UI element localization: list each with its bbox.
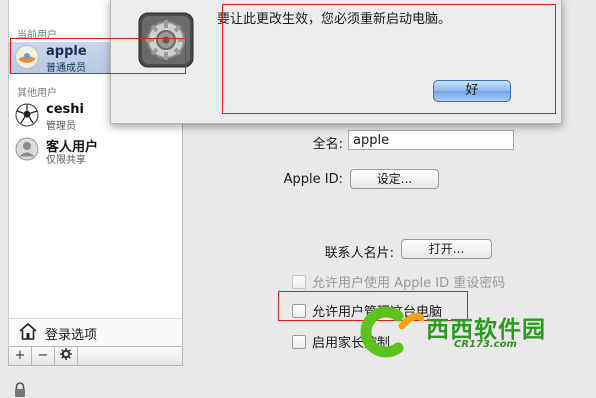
soccer-ball-icon	[15, 103, 39, 127]
other-user-name: ceshi	[46, 102, 84, 117]
reset-password-label: 允许用户使用 Apple ID 重设密码	[312, 276, 506, 291]
home-icon	[19, 323, 37, 340]
guest-user-icon	[15, 137, 39, 161]
user-item-guest[interactable]: 客人用户 仅限共享	[9, 134, 182, 166]
highlight-alert	[222, 4, 556, 114]
fullname-field[interactable]: apple	[348, 130, 514, 150]
other-user-role: 仅限共享	[46, 155, 86, 166]
contact-card-open-button[interactable]: 打开...	[401, 239, 492, 259]
appleid-label: Apple ID:	[283, 172, 343, 187]
appleid-set-button[interactable]: 设定...	[350, 169, 439, 189]
gear-icon	[60, 348, 72, 360]
other-users-title: 其他用户	[17, 88, 57, 99]
add-user-button[interactable]: +	[9, 347, 32, 365]
other-user-role: 管理员	[46, 121, 76, 132]
highlight-current-user	[10, 38, 186, 74]
parental-controls-checkbox[interactable]	[292, 335, 306, 349]
reset-password-row[interactable]: 允许用户使用 Apple ID 重设密码	[292, 272, 505, 291]
sidebar-toolbar: + −	[8, 346, 183, 366]
remove-user-button[interactable]: −	[32, 347, 55, 365]
lock-icon[interactable]	[12, 382, 28, 398]
watermark-logo-icon	[360, 306, 426, 358]
watermark: 西西软件园 CR173.com	[358, 306, 586, 358]
watermark-site: CR173.com	[454, 339, 517, 350]
login-options-item[interactable]: 登录选项	[9, 318, 182, 346]
login-options-label: 登录选项	[45, 328, 98, 343]
reset-password-checkbox[interactable]	[292, 275, 306, 289]
contact-card-label: 联系人名片:	[324, 246, 394, 261]
fullname-label: 全名:	[312, 137, 343, 152]
action-menu-button[interactable]	[55, 347, 78, 365]
